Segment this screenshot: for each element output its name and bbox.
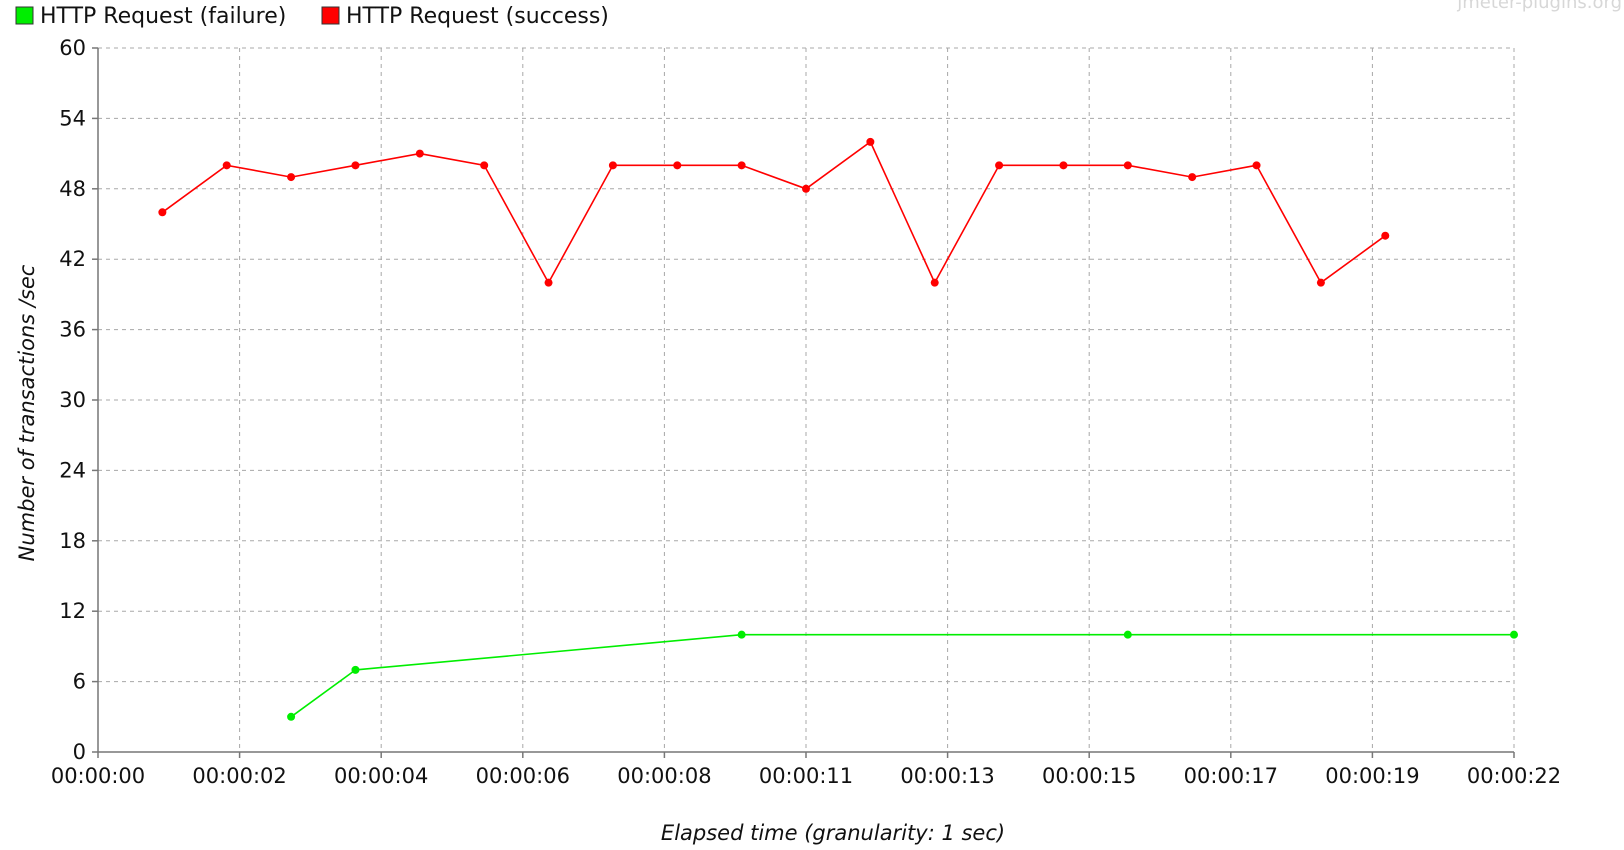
watermark: jmeter-plugins.org <box>1456 0 1622 13</box>
data-point <box>287 712 296 721</box>
data-point <box>1188 173 1197 182</box>
data-point <box>1381 231 1390 240</box>
y-tick-label: 12 <box>59 599 86 623</box>
y-tick-label: 48 <box>59 177 86 201</box>
plot-area <box>98 48 1568 778</box>
data-point <box>544 278 553 287</box>
data-point <box>1123 161 1132 170</box>
x-tick-label: 00:00:00 <box>51 764 145 788</box>
data-point <box>1059 161 1068 170</box>
x-tick-label: 00:00:02 <box>192 764 286 788</box>
data-point <box>1123 630 1132 639</box>
y-tick-label: 0 <box>73 740 86 764</box>
legend-label-failure: HTTP Request (failure) <box>40 4 286 29</box>
data-point <box>351 665 360 674</box>
x-tick-label: 00:00:15 <box>1042 764 1136 788</box>
x-tick-label: 00:00:11 <box>759 764 853 788</box>
x-tick-label: 00:00:08 <box>617 764 711 788</box>
data-point <box>866 137 875 146</box>
y-tick-label: 6 <box>73 670 86 694</box>
data-point <box>802 184 810 193</box>
y-axis-title: Number of transactions /sec <box>15 264 39 561</box>
x-tick-label: 00:00:17 <box>1184 764 1278 788</box>
legend-label-success: HTTP Request (success) <box>346 4 609 29</box>
data-point <box>351 161 360 170</box>
chart: 0 6 12 18 24 30 36 42 48 54 60 00:00:00 00:00:02 00:0… <box>15 0 1622 845</box>
y-tick-label: 42 <box>59 247 86 271</box>
data-point <box>608 161 617 170</box>
y-tick-label: 30 <box>59 388 86 412</box>
y-tick-label: 54 <box>59 106 86 130</box>
data-point <box>480 161 489 170</box>
x-tick-label: 00:00:19 <box>1325 764 1419 788</box>
data-point <box>158 208 167 217</box>
data-point <box>995 161 1004 170</box>
legend-swatch-success <box>321 6 340 25</box>
y-tick-label: 24 <box>59 458 86 482</box>
x-tick-label: 00:00:06 <box>476 764 570 788</box>
data-point <box>1252 161 1261 170</box>
y-tick-label: 18 <box>59 529 86 553</box>
y-tick-label: 36 <box>59 318 86 342</box>
x-tick-label: 00:00:22 <box>1467 764 1561 788</box>
y-tick-label: 60 <box>59 36 86 60</box>
data-point <box>930 278 939 287</box>
data-point <box>1510 630 1518 639</box>
legend: HTTP Request (failure) HTTP Request (suc… <box>15 4 609 29</box>
data-point <box>737 630 746 639</box>
data-point <box>222 161 231 170</box>
data-point <box>673 161 682 170</box>
x-axis-title: Elapsed time (granularity: 1 sec) <box>661 821 1005 845</box>
data-point <box>415 149 424 158</box>
legend-swatch-failure <box>15 6 34 25</box>
data-point <box>737 161 746 170</box>
x-tick-label: 00:00:13 <box>900 764 994 788</box>
x-tick-label: 00:00:04 <box>334 764 428 788</box>
data-point <box>1316 278 1325 287</box>
data-point <box>287 173 296 182</box>
